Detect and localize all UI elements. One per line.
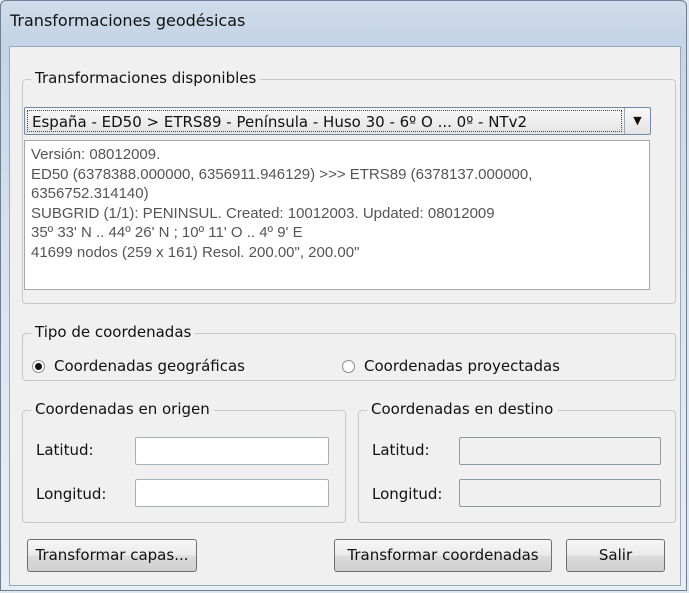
chevron-down-icon[interactable]: ▼: [624, 108, 650, 134]
radio-projected-indicator[interactable]: [342, 360, 355, 373]
destination-longitude-label: Longitud:: [372, 485, 443, 503]
transform-coordinates-button[interactable]: Transformar coordenadas: [334, 539, 552, 572]
dialog-window: Transformaciones geodésicas Transformaci…: [0, 0, 687, 591]
transformation-info-box[interactable]: Versión: 08012009. ED50 (6378388.000000,…: [24, 140, 650, 290]
coordinate-type-legend: Tipo de coordenadas: [31, 323, 196, 341]
title-bar[interactable]: Transformaciones geodésicas: [1, 1, 686, 45]
destination-coordinates-legend: Coordenadas en destino: [367, 400, 558, 418]
available-transformations-legend: Transformaciones disponibles: [31, 69, 261, 87]
origin-coordinates-legend: Coordenadas en origen: [31, 400, 214, 418]
origin-latitude-label: Latitud:: [36, 441, 94, 459]
origin-longitude-label: Longitud:: [36, 485, 107, 503]
window-title: Transformaciones geodésicas: [10, 11, 246, 30]
destination-latitude-input[interactable]: [459, 437, 661, 465]
transformation-select[interactable]: España - ED50 > ETRS89 - Península - Hus…: [24, 107, 651, 135]
origin-longitude-input[interactable]: [135, 479, 329, 507]
radio-geographic-label: Coordenadas geográficas: [54, 357, 245, 375]
origin-latitude-input[interactable]: [135, 437, 329, 465]
radio-geographic[interactable]: Coordenadas geográficas: [32, 357, 292, 377]
destination-latitude-label: Latitud:: [372, 441, 430, 459]
dialog-client-area: Transformaciones disponibles España - ED…: [9, 46, 681, 586]
info-line: ED50 (6378388.000000, 6356911.946129) >>…: [31, 165, 533, 183]
info-line: 6356752.314140): [31, 185, 149, 202]
info-line: Versión: 08012009.: [31, 146, 161, 163]
transformation-select-focus: España - ED50 > ETRS89 - Península - Hus…: [27, 110, 622, 132]
info-line: 41699 nodos (259 x 161) Resol. 200.00", …: [31, 243, 360, 261]
info-line: SUBGRID (1/1): PENINSUL. Created: 100120…: [31, 204, 495, 222]
transformation-select-value: España - ED50 > ETRS89 - Península - Hus…: [32, 113, 528, 131]
exit-button[interactable]: Salir: [566, 539, 665, 572]
info-line: 35º 33' N .. 44º 26' N ; 10º 11' O .. 4º…: [31, 224, 303, 241]
transform-layers-button[interactable]: Transformar capas...: [27, 539, 197, 572]
radio-projected-label: Coordenadas proyectadas: [364, 357, 560, 375]
radio-geographic-indicator[interactable]: [32, 360, 45, 373]
destination-longitude-input[interactable]: [459, 479, 661, 507]
radio-projected[interactable]: Coordenadas proyectadas: [342, 357, 622, 377]
